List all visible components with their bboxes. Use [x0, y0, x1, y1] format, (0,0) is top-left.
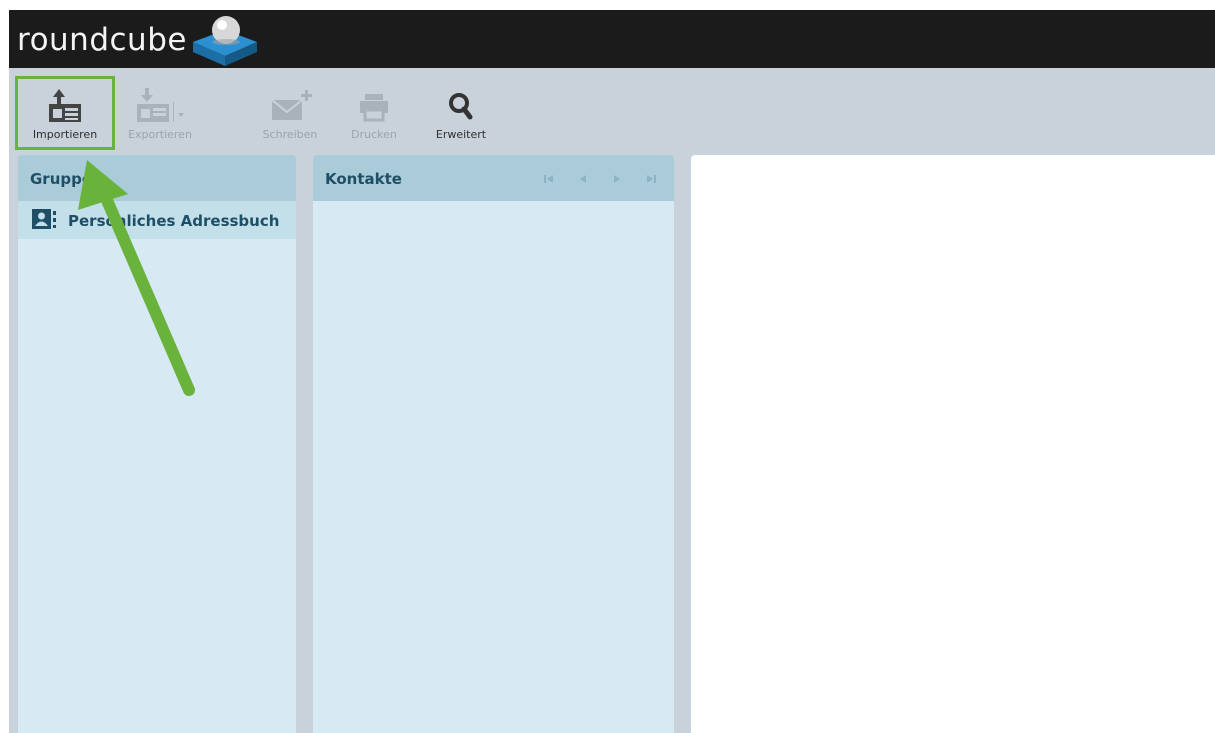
contacts-panel-header: Kontakte	[313, 155, 674, 201]
next-page-icon[interactable]	[610, 172, 624, 186]
print-button[interactable]: Drucken	[339, 76, 409, 144]
logo-text: roundcube	[17, 22, 187, 58]
addressbook-icon	[32, 209, 56, 229]
export-label: Exportieren	[128, 128, 192, 141]
compose-label: Schreiben	[262, 128, 318, 141]
contact-preview-frame	[691, 155, 1215, 733]
advanced-search-button[interactable]: Erweitert	[423, 76, 499, 144]
contacts-panel: Kontakte	[313, 155, 674, 733]
first-page-icon[interactable]	[542, 172, 556, 186]
groups-title: Gruppen	[30, 170, 103, 188]
print-icon	[360, 94, 388, 122]
app-window: roundcube Importieren Exportieren Schrei…	[9, 10, 1215, 733]
last-page-icon[interactable]	[644, 172, 658, 186]
groups-panel-header: Gruppen	[18, 155, 296, 201]
import-label: Importieren	[32, 128, 98, 141]
export-button[interactable]: Exportieren	[117, 76, 203, 144]
contacts-title: Kontakte	[325, 170, 402, 188]
advanced-search-label: Erweitert	[435, 128, 487, 141]
roundcube-logo-icon	[193, 16, 257, 66]
print-label: Drucken	[351, 128, 397, 141]
compose-button[interactable]: Schreiben	[253, 76, 327, 144]
prev-page-icon[interactable]	[576, 172, 590, 186]
compose-mail-icon	[271, 90, 312, 120]
import-button[interactable]: Importieren	[15, 76, 115, 150]
groups-panel: Gruppen Persönliches Adressbuch	[18, 155, 296, 733]
search-icon	[449, 93, 473, 120]
import-icon	[49, 89, 81, 122]
addressbook-item[interactable]: Persönliches Adressbuch	[18, 201, 296, 239]
export-icon	[137, 88, 184, 122]
addressbook-label: Persönliches Adressbuch	[68, 212, 280, 230]
contacts-pager	[542, 172, 660, 186]
toolbar: Importieren Exportieren Schreiben Drucke…	[9, 68, 1215, 156]
top-header: roundcube	[9, 10, 1215, 68]
